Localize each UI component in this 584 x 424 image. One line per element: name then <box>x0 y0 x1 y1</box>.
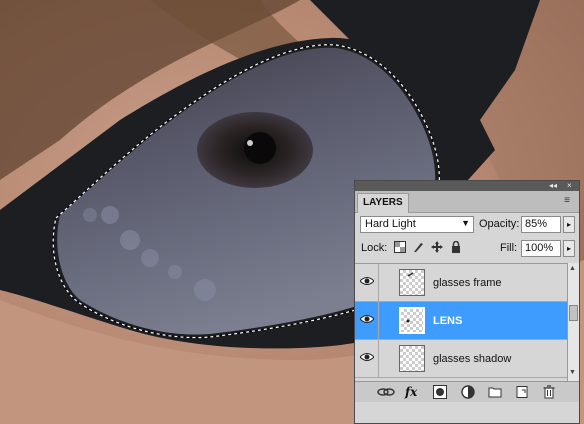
opacity-slider-button[interactable]: ▸ <box>563 216 575 233</box>
panel-menu-icon[interactable]: ≡ <box>560 195 574 207</box>
fx-icon[interactable]: fx <box>405 385 417 399</box>
layer-list-scrollbar[interactable]: ▲ ▼ <box>567 263 579 381</box>
layer-name[interactable]: glasses frame <box>433 277 501 289</box>
layer-row-glasses-frame[interactable]: glasses frame <box>355 264 567 302</box>
panel-title-bar[interactable]: ◂◂ × <box>355 181 579 191</box>
layer-thumbnail[interactable] <box>399 307 425 334</box>
blend-mode-select[interactable]: Hard Light ▼ <box>360 216 474 233</box>
new-layer-icon[interactable] <box>515 385 529 399</box>
lock-all-icon[interactable] <box>450 240 462 253</box>
scroll-up-icon[interactable]: ▲ <box>569 265 576 272</box>
lock-position-icon[interactable] <box>431 241 443 253</box>
layer-row-lens[interactable]: LENS <box>355 302 567 340</box>
collapse-panel-icon[interactable]: ◂◂ <box>549 181 557 191</box>
fill-label: Fill: <box>500 242 518 254</box>
lock-image-pixels-icon[interactable] <box>412 241 424 253</box>
panel-tab-row: LAYERS ≡ <box>355 191 579 213</box>
link-icon[interactable] <box>377 385 395 399</box>
lock-row: Lock: Fill: 100% ▸ <box>355 238 579 258</box>
scroll-down-icon[interactable]: ▼ <box>569 369 576 376</box>
new-group-icon[interactable] <box>488 385 502 399</box>
layer-row-glasses-shadow[interactable]: glasses shadow <box>355 340 567 378</box>
trash-icon[interactable] <box>542 385 556 399</box>
blend-mode-value: Hard Light <box>365 218 416 230</box>
layer-thumbnail[interactable] <box>399 345 425 372</box>
visibility-eye-icon[interactable] <box>355 302 379 339</box>
scrollbar-thumb[interactable] <box>569 305 578 321</box>
fill-slider-button[interactable]: ▸ <box>563 240 575 257</box>
chevron-down-icon: ▼ <box>461 218 470 228</box>
visibility-eye-icon[interactable] <box>355 340 379 377</box>
tab-layers[interactable]: LAYERS <box>357 193 409 213</box>
panel-footer: fx <box>355 381 579 402</box>
lock-label: Lock: <box>361 242 388 254</box>
opacity-input[interactable]: 85% <box>521 216 561 233</box>
opacity-label: Opacity: <box>479 218 520 230</box>
layer-thumbnail[interactable] <box>399 269 425 296</box>
lock-transparent-pixels-icon[interactable] <box>394 241 406 253</box>
adjustment-layer-icon[interactable] <box>461 385 475 399</box>
layer-name[interactable]: LENS <box>433 315 462 327</box>
layer-list: glasses frame LENS glasses shadow <box>355 263 567 382</box>
layer-name[interactable]: glasses shadow <box>433 353 511 365</box>
visibility-eye-icon[interactable] <box>355 264 379 301</box>
close-panel-icon[interactable]: × <box>567 181 572 191</box>
fill-input[interactable]: 100% <box>521 240 561 257</box>
layers-panel: ◂◂ × LAYERS ≡ Hard Light ▼ Opacity: 85% … <box>354 180 580 424</box>
add-mask-icon[interactable] <box>433 385 447 399</box>
